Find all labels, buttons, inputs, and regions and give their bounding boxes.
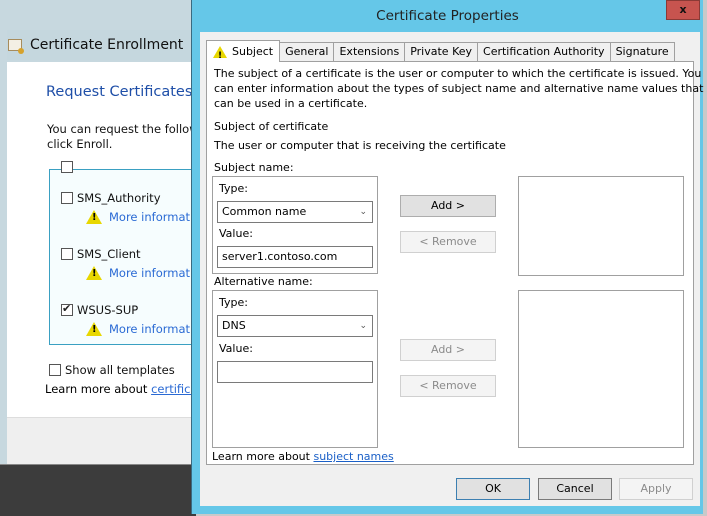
tab-extensions[interactable]: Extensions	[333, 42, 406, 61]
alternative-name-list[interactable]	[518, 290, 684, 448]
alt-type-label: Type:	[219, 296, 248, 309]
close-button[interactable]: x	[666, 0, 700, 20]
alt-remove-button[interactable]: < Remove	[400, 375, 496, 397]
show-all-checkbox[interactable]	[49, 364, 61, 376]
more-info-wsus-sup[interactable]: More informatio	[86, 322, 196, 336]
subject-type-select[interactable]: Common name ⌄	[217, 201, 373, 223]
enrollment-title: Certificate Enrollment	[30, 37, 184, 53]
dialog-body: Subject General Extensions Private Key C…	[200, 32, 703, 506]
alt-value-input[interactable]	[217, 361, 373, 383]
learn-more-subject-names: Learn more about subject names	[212, 450, 394, 463]
request-certificates-heading: Request Certificates	[46, 84, 193, 100]
dialog-title: Certificate Properties	[376, 8, 519, 24]
template-item-sms-client[interactable]: SMS_Client	[61, 247, 141, 261]
enrollment-footer	[7, 417, 196, 464]
tab-private-key[interactable]: Private Key	[404, 42, 479, 61]
subject-intro-text: The subject of a certificate is the user…	[214, 67, 704, 110]
show-all-templates[interactable]: Show all templates	[49, 363, 175, 377]
certificate-properties-dialog: Certificate Properties x Subject General…	[191, 0, 703, 514]
alt-type-select[interactable]: DNS ⌄	[217, 315, 373, 337]
learn-more-certificates: Learn more about certificate	[45, 382, 196, 396]
sms-authority-checkbox[interactable]	[61, 192, 73, 204]
taskbar-area	[0, 464, 196, 516]
alternative-name-group: Type: DNS ⌄ Value:	[212, 290, 378, 448]
more-info-sms-authority[interactable]: More informatio	[86, 210, 196, 224]
sms-client-checkbox[interactable]	[61, 248, 73, 260]
enrollment-description: You can request the followi click Enroll…	[47, 122, 196, 151]
tab-general[interactable]: General	[279, 42, 335, 61]
template-list[interactable]: SMS_Authority More informatio SMS_Client…	[49, 161, 196, 345]
tab-certification-authority[interactable]: Certification Authority	[477, 42, 611, 61]
subject-name-list[interactable]	[518, 176, 684, 276]
chevron-down-icon: ⌄	[359, 321, 367, 331]
alt-value-label: Value:	[219, 342, 253, 355]
apply-button[interactable]: Apply	[619, 478, 693, 500]
warning-icon	[86, 322, 102, 336]
wsus-sup-checkbox[interactable]	[61, 302, 73, 316]
certificate-icon	[8, 39, 24, 54]
enrollment-content: Request Certificates You can request the…	[7, 62, 196, 417]
tab-signature[interactable]: Signature	[609, 42, 675, 61]
template-checkbox[interactable]	[61, 161, 73, 173]
template-item-hidden[interactable]	[61, 161, 77, 173]
subject-of-certificate-heading: Subject of certificate	[214, 120, 329, 133]
template-item-sms-authority[interactable]: SMS_Authority	[61, 191, 161, 205]
enrollment-titlebar: Certificate Enrollment	[7, 30, 196, 60]
alternative-name-label: Alternative name:	[214, 275, 313, 288]
subject-names-link[interactable]: subject names	[313, 450, 393, 463]
subject-description: The user or computer that is receiving t…	[214, 139, 506, 152]
subject-name-label: Subject name:	[214, 161, 294, 174]
subject-value-input[interactable]: server1.contoso.com	[217, 246, 373, 268]
template-item-wsus-sup[interactable]: WSUS-SUP	[61, 302, 138, 317]
warning-icon	[86, 266, 102, 280]
tab-subject[interactable]: Subject	[206, 40, 281, 65]
subject-value-label: Value:	[219, 227, 253, 240]
subject-tab-panel: The subject of a certificate is the user…	[206, 61, 703, 465]
certificates-link[interactable]: certificate	[151, 382, 196, 396]
subject-remove-button[interactable]: < Remove	[400, 231, 496, 253]
warning-icon	[213, 45, 227, 65]
tab-strip: Subject General Extensions Private Key C…	[206, 39, 675, 65]
subject-name-group: Type: Common name ⌄ Value: server1.conto…	[212, 176, 378, 274]
ok-button[interactable]: OK	[456, 478, 530, 500]
cancel-button[interactable]: Cancel	[538, 478, 612, 500]
subject-type-label: Type:	[219, 182, 248, 195]
more-info-sms-client[interactable]: More informatio	[86, 266, 196, 280]
chevron-down-icon: ⌄	[359, 207, 367, 217]
warning-icon	[86, 210, 102, 224]
subject-add-button[interactable]: Add >	[400, 195, 496, 217]
alt-add-button[interactable]: Add >	[400, 339, 496, 361]
